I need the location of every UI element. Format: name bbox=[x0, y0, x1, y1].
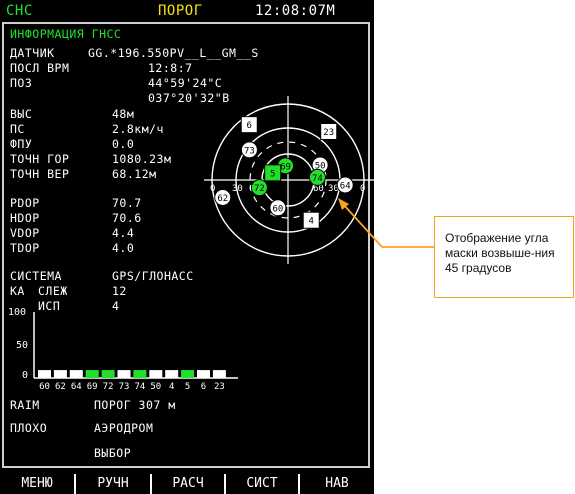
sv-label: КА bbox=[10, 284, 25, 298]
last-time-label: ПОСЛ ВРМ bbox=[10, 61, 70, 75]
satellite-label-64: 64 bbox=[340, 182, 351, 192]
softkey-menu[interactable]: МЕНЮ bbox=[0, 474, 74, 494]
signal-bar-label-60: 60 bbox=[39, 382, 50, 392]
raim-threshold: ПОРОГ 307 м bbox=[94, 398, 176, 412]
signal-bar-69 bbox=[85, 370, 99, 378]
hdop-label: HDOP bbox=[10, 211, 40, 225]
signal-bar-label-50: 50 bbox=[150, 382, 161, 392]
callout-box: Отображение угла маски возвыше-ния 45 гр… bbox=[434, 216, 574, 298]
raim-label: RAIM bbox=[10, 398, 40, 412]
signal-bar-label-6: 6 bbox=[201, 382, 206, 392]
track-angle-label: ФПУ bbox=[10, 137, 33, 151]
select-option[interactable]: ВЫБОР bbox=[94, 447, 131, 460]
horizontal-accuracy-label: ТОЧН ГОР bbox=[10, 152, 70, 166]
signal-bar-label-72: 72 bbox=[103, 382, 114, 392]
signal-bar-4 bbox=[165, 370, 179, 378]
satellite-label-6: 6 bbox=[247, 121, 252, 131]
softkey-bar: МЕНЮ РУЧН РАСЧ СИСТ НАВ bbox=[0, 474, 374, 494]
signal-bar-label-74: 74 bbox=[134, 382, 145, 392]
signal-bar-label-69: 69 bbox=[87, 382, 98, 392]
ring-label-0-left: 0 bbox=[210, 184, 215, 194]
mfd-screen: СНС ПОРОГ 12:08:07М ИНФОРМАЦИЯ ГНСС ДАТЧ… bbox=[0, 0, 374, 494]
signal-bar-label-62: 62 bbox=[55, 382, 66, 392]
signal-bar-label-4: 4 bbox=[169, 382, 174, 392]
track-angle-value: 0.0 bbox=[112, 137, 135, 151]
satellite-label-23: 23 bbox=[323, 128, 334, 138]
satellite-label-73: 73 bbox=[244, 146, 255, 156]
tracked-value: 12 bbox=[112, 284, 127, 298]
tracked-label: СЛЕЖ bbox=[38, 284, 68, 298]
signal-bar-label-73: 73 bbox=[119, 382, 130, 392]
signal-bar-label-23: 23 bbox=[214, 382, 225, 392]
system-label: СИСТЕМА bbox=[10, 269, 62, 283]
mode-sns-label: СНС bbox=[6, 3, 33, 19]
sensor-label: ДАТЧИК bbox=[10, 46, 55, 60]
signal-bar-60 bbox=[38, 370, 51, 378]
vdop-label: VDOP bbox=[10, 226, 40, 240]
signal-bar-64 bbox=[69, 370, 83, 378]
satellite-label-5: 5 bbox=[270, 169, 275, 179]
signal-bar-73 bbox=[117, 370, 131, 378]
ground-speed-value: 2.8км/ч bbox=[112, 122, 164, 136]
altitude-value: 48м bbox=[112, 107, 135, 121]
satellite-label-62: 62 bbox=[217, 194, 228, 204]
clock-readout: 12:08:07М bbox=[255, 3, 336, 19]
softkey-manual[interactable]: РУЧН bbox=[74, 474, 150, 494]
y-tick-0: 0 bbox=[22, 370, 28, 381]
altitude-label: ВЫС bbox=[10, 107, 33, 121]
signal-bar-23 bbox=[212, 370, 226, 378]
signal-bar-label-64: 64 bbox=[71, 382, 82, 392]
mode-aerodrome[interactable]: АЭРОДРОМ bbox=[94, 422, 153, 435]
signal-bar-50 bbox=[149, 370, 163, 378]
vdop-value: 4.4 bbox=[112, 226, 135, 240]
satellite-label-4: 4 bbox=[309, 217, 314, 227]
y-tick-100: 100 bbox=[8, 307, 26, 318]
position-label: ПОЗ bbox=[10, 76, 33, 90]
satellite-label-60: 60 bbox=[272, 204, 283, 214]
system-value: GPS/ГЛОНАСС bbox=[112, 269, 194, 283]
y-tick-50: 50 bbox=[16, 340, 28, 351]
pdop-value: 70.7 bbox=[112, 196, 142, 210]
satellite-label-74: 74 bbox=[312, 174, 323, 184]
ring-label-30-left: 30 bbox=[232, 184, 243, 194]
softkey-nav[interactable]: НАВ bbox=[298, 474, 374, 494]
raim-status: ПЛОХО bbox=[10, 421, 48, 435]
tdop-value: 4.0 bbox=[112, 241, 135, 255]
vertical-accuracy-value: 68.12м bbox=[112, 167, 157, 181]
signal-bar-label-5: 5 bbox=[185, 382, 190, 392]
threshold-mode-label: ПОРОГ bbox=[158, 3, 203, 19]
satellite-label-69: 69 bbox=[280, 162, 291, 172]
softkey-system[interactable]: СИСТ bbox=[224, 474, 298, 494]
pdop-label: PDOP bbox=[10, 196, 40, 210]
vertical-accuracy-label: ТОЧН ВЕР bbox=[10, 167, 70, 181]
page-title: ИНФОРМАЦИЯ ГНСС bbox=[10, 27, 122, 41]
callout-text: Отображение угла маски возвыше-ния 45 гр… bbox=[445, 231, 555, 275]
signal-bar-62 bbox=[53, 370, 67, 378]
satellite-label-72: 72 bbox=[254, 184, 265, 194]
horizontal-accuracy-value: 1080.23м bbox=[112, 152, 172, 166]
ground-speed-label: ПС bbox=[10, 122, 25, 136]
softkey-calc[interactable]: РАСЧ bbox=[150, 474, 224, 494]
ring-label-0-right: 0 bbox=[360, 184, 365, 194]
signal-bar-74 bbox=[133, 370, 147, 378]
latitude-value: 44°59'24"С bbox=[148, 76, 223, 90]
signal-bar-6 bbox=[197, 370, 210, 378]
signal-strength-chart: 100 50 0 60 62 64 69 72 73 74 50 4 5 6 23 bbox=[8, 307, 238, 392]
signal-bar-72 bbox=[101, 370, 115, 378]
sensor-value: GG.*196.550PV__L__GM__S bbox=[88, 46, 259, 60]
sky-plot: 0 30 60 60 30 0 623735069574726462604 bbox=[204, 96, 374, 264]
signal-bar-5 bbox=[181, 370, 195, 378]
last-time-value: 12:8:7 bbox=[148, 61, 193, 75]
tdop-label: TDOP bbox=[10, 241, 40, 255]
hdop-value: 70.6 bbox=[112, 211, 142, 225]
